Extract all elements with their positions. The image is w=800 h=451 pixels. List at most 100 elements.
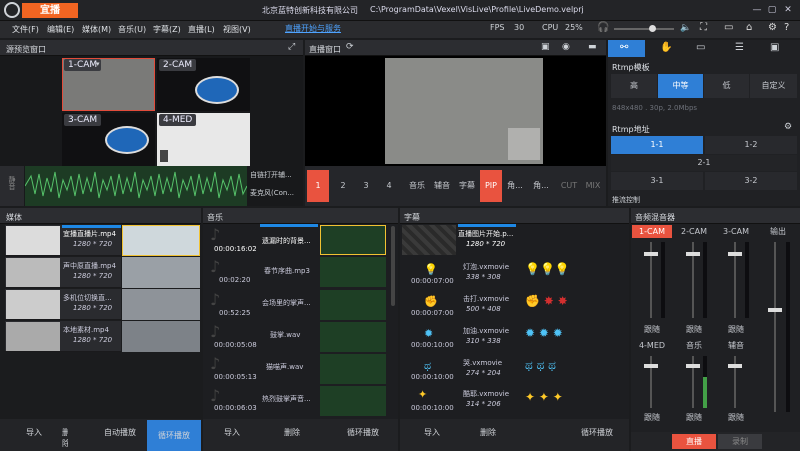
settings-gear-icon[interactable]: ⚙ — [768, 22, 777, 33]
music-panel-header — [203, 208, 398, 224]
refresh-icon[interactable]: ⟳ — [346, 42, 354, 52]
subtitle-delete-button[interactable]: 删除 — [466, 427, 510, 438]
rtmp-address-3-1[interactable]: 3-1 — [611, 172, 703, 190]
rtmp-address-2-1[interactable]: 2-1 — [611, 155, 797, 171]
audio-label-1: 自链打开辅... — [250, 171, 292, 179]
fader-knob[interactable] — [644, 252, 658, 256]
fader-knob[interactable] — [644, 364, 658, 368]
hand-icon[interactable]: ✋ — [660, 42, 672, 53]
switch-button-1[interactable]: 1 — [307, 170, 329, 202]
mixer-channel-4-med[interactable]: 4-MED — [632, 339, 672, 352]
subtitle-loop-button[interactable]: 循环播放 — [572, 427, 622, 438]
output-fader-knob[interactable] — [768, 308, 782, 312]
cam-2-label[interactable]: 2-CAM — [159, 59, 197, 71]
music-panel-title: 音乐 — [207, 213, 223, 222]
cut-button[interactable]: CUT — [558, 170, 580, 202]
live-service-link[interactable]: 直播开始与服务 — [285, 23, 341, 34]
switch-button-4[interactable]: 4 — [379, 170, 399, 202]
follow-button-6[interactable]: 跟随 — [718, 412, 754, 423]
quality-high-button[interactable]: 高 — [611, 74, 657, 98]
rtmp-address-1-2[interactable]: 1-2 — [705, 136, 797, 154]
switch-button-3[interactable]: 3 — [356, 170, 376, 202]
record-button[interactable]: 录制 — [718, 434, 762, 449]
menu-view[interactable]: 视图(V) — [223, 24, 251, 35]
music-scrollbar[interactable] — [391, 226, 395, 306]
fader-knob[interactable] — [728, 364, 742, 368]
subtitle-import-button[interactable]: 导入 — [410, 427, 454, 438]
follow-button-3[interactable]: 跟随 — [718, 324, 754, 335]
menu-edit[interactable]: 编辑(E) — [47, 24, 74, 35]
live-button[interactable]: 直播 — [672, 434, 716, 449]
fader-knob[interactable] — [686, 252, 700, 256]
maximize-icon[interactable]: ▢ — [765, 3, 779, 17]
headphone-icon[interactable]: 🎧 — [597, 22, 609, 33]
rtmp-address-3-2[interactable]: 3-2 — [705, 172, 797, 190]
switch-button-2[interactable]: 2 — [333, 170, 353, 202]
subtitle-resolution: 500 * 408 — [466, 305, 501, 313]
menu-live[interactable]: 直播(L) — [188, 24, 215, 35]
music-switch-button[interactable]: 音乐 — [406, 170, 428, 202]
monitor-icon[interactable]: ▭ — [696, 42, 705, 53]
corner-button-1[interactable]: 角... — [504, 170, 526, 202]
volume-knob[interactable] — [649, 25, 656, 32]
music-delete-button[interactable]: 删除 — [270, 427, 314, 438]
mixer-panel-title: 音频混音器 — [635, 213, 675, 222]
media-import-button[interactable]: 导入 — [4, 427, 64, 438]
mixer-channel-1-cam[interactable]: 1-CAM — [632, 225, 672, 238]
aux-switch-button[interactable]: 辅音 — [431, 170, 453, 202]
fader-knob[interactable] — [728, 252, 742, 256]
volume-slider[interactable] — [614, 28, 674, 30]
music-import-button[interactable]: 导入 — [210, 427, 254, 438]
display-icon[interactable]: ▭ — [724, 22, 733, 33]
camera-icon[interactable]: ◉ — [562, 42, 570, 52]
mixer-channel-output[interactable]: 输出 — [758, 225, 798, 238]
list-icon[interactable]: ☰ — [735, 42, 744, 53]
media-resolution: 1280 * 720 — [73, 304, 113, 312]
corner-button-2[interactable]: 角... — [530, 170, 552, 202]
music-loop-button[interactable]: 循环播放 — [338, 427, 388, 438]
pip-button[interactable]: PIP — [480, 170, 502, 202]
music-name: 鼓掌.wav — [270, 331, 301, 339]
media-delete-button[interactable]: 删除 — [62, 427, 68, 449]
pause-icon[interactable] — [160, 150, 168, 162]
follow-button-5[interactable]: 跟随 — [676, 412, 712, 423]
follow-button-1[interactable]: 跟随 — [634, 324, 670, 335]
level-meter — [703, 242, 707, 318]
mix-button[interactable]: MIX — [582, 170, 604, 202]
menu-media[interactable]: 媒体(M) — [82, 24, 111, 35]
help-icon[interactable]: ? — [784, 22, 789, 33]
cheer-icon: ✹ — [424, 327, 434, 340]
expand-icon[interactable]: ⤢ — [288, 42, 295, 52]
media-autoplay-button[interactable]: 自动播放 — [96, 427, 144, 438]
speaker-icon[interactable]: 🔈 — [680, 23, 691, 33]
mixer-channel-aux[interactable]: 辅音 — [716, 339, 756, 352]
quality-medium-button[interactable]: 中等 — [658, 74, 703, 98]
media-loop-button[interactable]: 循环播放 — [147, 420, 201, 451]
mixer-channel-music[interactable]: 音乐 — [674, 339, 714, 352]
minimize-icon[interactable]: — — [750, 3, 764, 17]
menu-subtitle[interactable]: 字幕(Z) — [153, 24, 181, 35]
snapshot-icon[interactable]: ▣ — [541, 42, 550, 52]
lock-icon[interactable]: ⌂ — [746, 22, 752, 33]
cool-preview-icon: ✦ ✦ ✦ — [525, 390, 563, 404]
follow-button-4[interactable]: 跟随 — [634, 412, 670, 423]
mixer-channel-2-cam[interactable]: 2-CAM — [674, 225, 714, 238]
fullscreen-icon[interactable]: ⛶ — [700, 22, 707, 33]
mixer-channel-3-cam[interactable]: 3-CAM — [716, 225, 756, 238]
menu-file[interactable]: 文件(F) — [12, 24, 39, 35]
subtitle-time: 00:00:10:00 — [411, 404, 454, 412]
rtmp-address-1-1[interactable]: 1-1 — [611, 136, 703, 154]
menu-music[interactable]: 音乐(U) — [118, 24, 146, 35]
close-icon[interactable]: ✕ — [781, 3, 795, 17]
chat-icon[interactable]: ▬ — [588, 42, 597, 52]
quality-custom-button[interactable]: 自定义 — [750, 74, 797, 98]
fader-knob[interactable] — [686, 364, 700, 368]
address-settings-icon[interactable]: ⚙ — [784, 122, 792, 132]
cam-4-label[interactable]: 4-MED — [159, 114, 197, 126]
cam-3-label[interactable]: 3-CAM — [64, 114, 102, 126]
chevron-down-icon[interactable]: ▾ — [96, 60, 100, 68]
quality-low-button[interactable]: 低 — [704, 74, 749, 98]
subtitle-switch-button[interactable]: 字幕 — [456, 170, 478, 202]
follow-button-2[interactable]: 跟随 — [676, 324, 712, 335]
screen-icon[interactable]: ▣ — [770, 42, 779, 53]
